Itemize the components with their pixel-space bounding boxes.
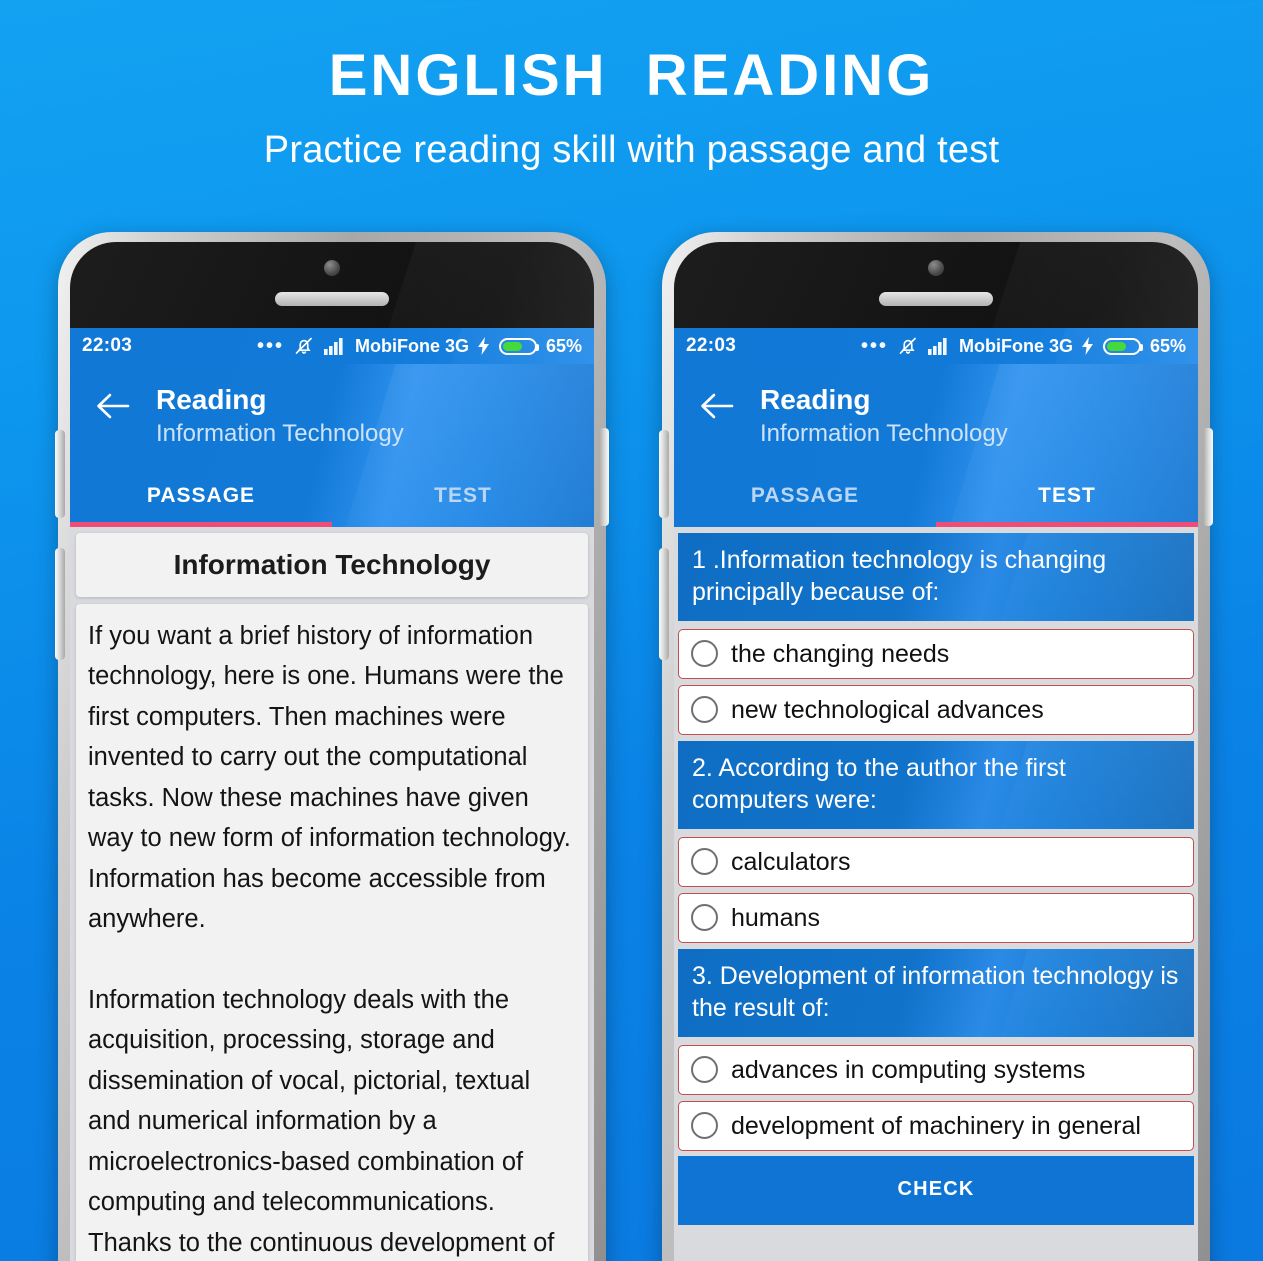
phone-screen-left: 22:03 ••• MobiFone 3G 65% Reading Inform… [70, 328, 594, 1261]
page-title: ENGLISH READING [328, 43, 935, 108]
volume-down-button[interactable] [55, 548, 65, 660]
app-bar-subtitle: Information Technology [156, 420, 404, 448]
bell-slash-icon [293, 336, 315, 356]
back-button[interactable] [674, 382, 760, 420]
tab-test[interactable]: TEST [332, 474, 594, 522]
question-text: 2. According to the author the first com… [692, 753, 1066, 814]
back-arrow-icon [699, 392, 735, 420]
passage-heading: Information Technology [173, 548, 491, 580]
question-card: 2. According to the author the first com… [678, 740, 1194, 829]
question-card: 1 .Information technology is changing pr… [678, 532, 1194, 621]
passage-paragraph: Information technology deals with the ac… [88, 985, 555, 1257]
question-card: 3. Development of information technology… [678, 948, 1194, 1037]
battery-percent-label: 65% [1149, 335, 1186, 356]
volume-down-button[interactable] [659, 548, 669, 660]
question-block: 3. Development of information technology… [678, 948, 1194, 1151]
answer-label: development of machinery in general [731, 1111, 1141, 1140]
radio-button-icon[interactable] [691, 1112, 718, 1140]
answer-option[interactable]: new technological advances [678, 684, 1194, 735]
answer-label: humans [731, 903, 820, 932]
radio-button-icon[interactable] [691, 848, 718, 876]
tab-passage[interactable]: PASSAGE [674, 474, 936, 522]
page-subtitle: Practice reading skill with passage and … [263, 128, 1000, 171]
radio-button-icon[interactable] [691, 696, 718, 724]
question-text: 1 .Information technology is changing pr… [692, 545, 1107, 606]
check-button[interactable]: CHECK [678, 1155, 1194, 1225]
passage-content[interactable]: Information Technology If you want a bri… [70, 526, 594, 1261]
signal-bars-icon [323, 337, 346, 355]
answer-label: calculators [731, 847, 851, 876]
tab-passage[interactable]: PASSAGE [70, 474, 332, 522]
volume-up-button[interactable] [55, 430, 65, 518]
status-time: 22:03 [82, 335, 133, 356]
more-icons-icon: ••• [860, 335, 888, 357]
tab-indicator-passage [70, 521, 332, 527]
radio-button-icon[interactable] [691, 1056, 718, 1084]
test-content[interactable]: 1 .Information technology is changing pr… [674, 526, 1198, 1225]
lightning-bolt-icon [1081, 337, 1094, 355]
back-button[interactable] [70, 382, 156, 420]
answer-label: advances in computing systems [731, 1055, 1086, 1084]
answer-option[interactable]: development of machinery in general [678, 1100, 1194, 1151]
battery-icon [1102, 337, 1143, 355]
app-bar: Reading Information Technology PASSAGE T… [674, 364, 1198, 527]
lightning-bolt-icon [477, 337, 490, 355]
app-bar-title: Reading [156, 384, 267, 415]
more-icons-icon: ••• [256, 335, 284, 357]
app-bar: Reading Information Technology PASSAGE T… [70, 364, 594, 527]
tab-bar: PASSAGE TEST [70, 474, 594, 522]
answer-label: the changing needs [731, 639, 950, 668]
tab-indicator [70, 521, 594, 527]
back-arrow-icon [95, 392, 131, 420]
volume-up-button[interactable] [659, 430, 669, 518]
status-bar: 22:03 ••• MobiFone 3G 65% [70, 328, 594, 364]
promo-header: ENGLISH READING Practice reading skill w… [0, 0, 1263, 172]
status-bar: 22:03 ••• MobiFone 3G 65% [674, 328, 1198, 364]
earpiece-speaker [879, 292, 993, 306]
signal-bars-icon [927, 337, 950, 355]
phone-mockup-right: 22:03 ••• MobiFone 3G 65% Reading Inform… [659, 232, 1213, 1261]
answer-option[interactable]: calculators [678, 836, 1194, 887]
tab-test[interactable]: TEST [936, 474, 1198, 522]
app-bar-subtitle: Information Technology [760, 420, 1008, 448]
tab-bar: PASSAGE TEST [674, 474, 1198, 522]
phone-mockup-left: 22:03 ••• MobiFone 3G 65% Reading Inform… [55, 232, 609, 1261]
question-block: 1 .Information technology is changing pr… [678, 532, 1194, 735]
app-bar-title: Reading [760, 384, 871, 415]
carrier-label: MobiFone 3G [958, 335, 1073, 356]
answer-option[interactable]: advances in computing systems [678, 1044, 1194, 1095]
passage-text-card: If you want a brief history of informati… [76, 603, 588, 1261]
question-block: 2. According to the author the first com… [678, 740, 1194, 943]
question-text: 3. Development of information technology… [692, 961, 1179, 1022]
power-button[interactable] [599, 428, 609, 526]
front-camera-icon [928, 260, 944, 276]
tab-indicator-test [332, 522, 594, 527]
radio-button-icon[interactable] [691, 640, 718, 668]
tab-indicator-passage [674, 522, 936, 527]
passage-paragraph: If you want a brief history of informati… [88, 621, 571, 934]
battery-icon [498, 337, 539, 355]
earpiece-speaker [275, 292, 389, 306]
battery-percent-label: 65% [545, 335, 582, 356]
bell-slash-icon [897, 336, 919, 356]
front-camera-icon [324, 260, 340, 276]
answer-option[interactable]: the changing needs [678, 628, 1194, 679]
carrier-label: MobiFone 3G [354, 335, 469, 356]
tab-indicator [674, 521, 1198, 527]
phone-screen-right: 22:03 ••• MobiFone 3G 65% Reading Inform… [674, 328, 1198, 1261]
power-button[interactable] [1203, 428, 1213, 526]
answer-label: new technological advances [731, 695, 1044, 724]
status-time: 22:03 [686, 335, 737, 356]
radio-button-icon[interactable] [691, 904, 718, 932]
passage-title-card: Information Technology [76, 532, 588, 597]
tab-indicator-test [936, 521, 1198, 527]
answer-option[interactable]: humans [678, 892, 1194, 943]
